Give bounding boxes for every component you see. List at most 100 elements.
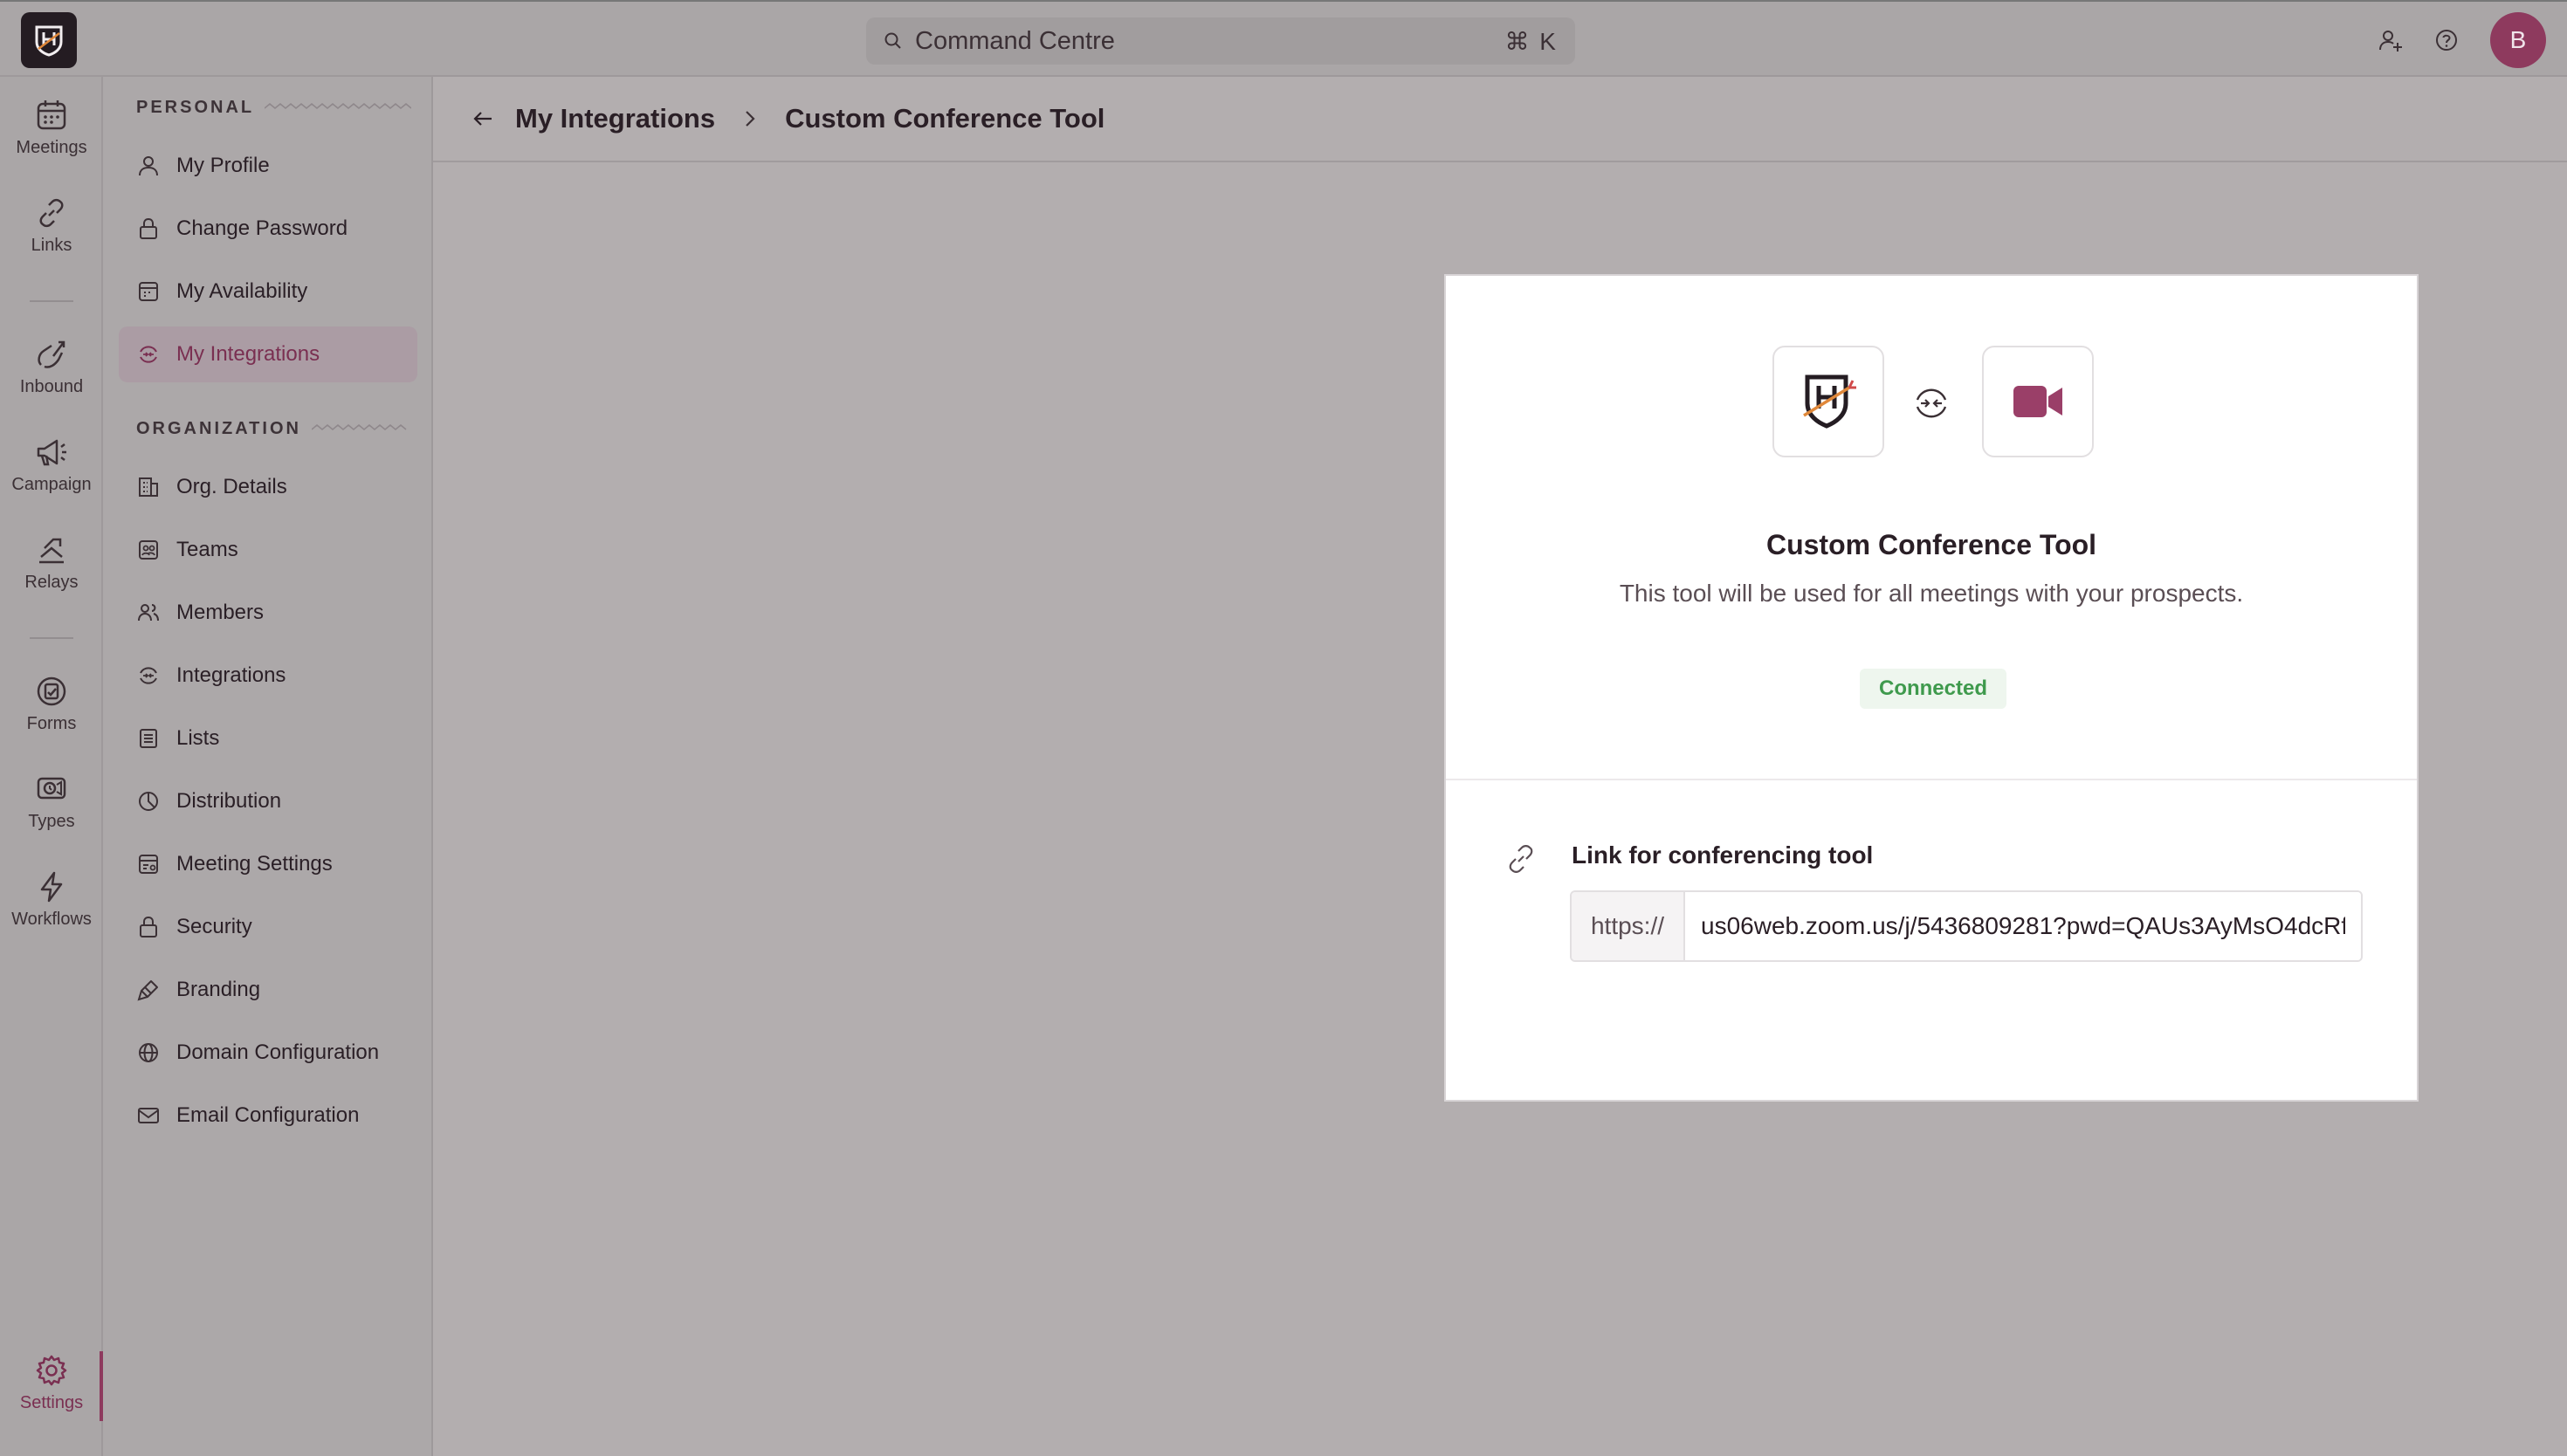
list-icon	[140, 729, 157, 748]
nav-item-change-password[interactable]: Change Password	[119, 201, 417, 257]
building-icon	[139, 477, 158, 497]
lock-icon	[140, 916, 157, 937]
rail-item-meetings[interactable]: Meetings	[0, 98, 103, 158]
nav-item-lists[interactable]: Lists	[119, 711, 417, 766]
rail-label-types: Types	[28, 812, 75, 831]
rail-item-workflows[interactable]: Workflows	[0, 869, 103, 930]
rail-label-forms: Forms	[26, 714, 77, 733]
nav-item-branding[interactable]: Branding	[119, 962, 417, 1018]
members-icon	[138, 604, 159, 622]
rail-label-relays: Relays	[24, 573, 79, 592]
relay-icon	[39, 538, 64, 564]
nav-item-label: Meeting Settings	[176, 852, 333, 876]
nav-item-label: Distribution	[176, 789, 282, 813]
app-logo[interactable]	[21, 12, 77, 68]
nav-item-label: My Integrations	[176, 342, 320, 366]
nav-item-members[interactable]: Members	[119, 585, 417, 641]
globe-icon	[139, 1043, 158, 1062]
rail-item-campaign[interactable]: Campaign	[0, 435, 103, 495]
shield-logo-icon	[35, 25, 63, 57]
help-button[interactable]	[2431, 24, 2462, 56]
availability-icon	[139, 282, 158, 301]
rail-label-inbound: Inbound	[19, 377, 84, 396]
breadcrumb-parent-link[interactable]: My Integrations	[515, 103, 715, 134]
rail-item-types[interactable]: Types	[0, 772, 103, 832]
rail-divider	[30, 300, 73, 302]
conference-url-input[interactable]	[1685, 892, 2361, 960]
nav-item-distribution[interactable]: Distribution	[119, 773, 417, 829]
calendar-icon	[37, 100, 66, 130]
nav-item-my-integrations[interactable]: My Integrations	[119, 326, 417, 382]
nav-item-integrations[interactable]: Integrations	[119, 648, 417, 704]
rail-item-links[interactable]: Links	[0, 196, 103, 256]
wave-decoration-icon	[311, 423, 407, 430]
main-content: My Integrations Custom Conference Tool C…	[433, 77, 2567, 1456]
section-title-organization-text: ORGANIZATION	[136, 419, 301, 438]
conference-url-field: https://	[1570, 890, 2363, 962]
nav-item-my-availability[interactable]: My Availability	[119, 264, 417, 319]
meeting-settings-icon	[139, 855, 158, 874]
lock-icon	[140, 217, 157, 239]
section-title-organization: ORGANIZATION	[136, 419, 409, 439]
link-field-label: Link for conferencing tool	[1572, 841, 1874, 869]
sync-icon	[1916, 388, 1947, 418]
settings-nav-panel: PERSONAL My Profile Change Password My A…	[103, 77, 433, 1456]
link-icon	[39, 198, 64, 228]
rail-label-meetings: Meetings	[16, 138, 87, 157]
nav-item-my-profile[interactable]: My Profile	[119, 138, 417, 194]
nav-item-email-configuration[interactable]: Email Configuration	[119, 1088, 417, 1144]
rail-item-relays[interactable]: Relays	[0, 532, 103, 593]
add-user-icon	[2379, 31, 2402, 52]
nav-item-label: Integrations	[176, 663, 286, 687]
rail-label-settings: Settings	[19, 1393, 84, 1412]
form-icon	[37, 676, 66, 706]
nav-item-label: Email Configuration	[176, 1103, 360, 1127]
nav-item-label: Lists	[176, 726, 220, 750]
user-avatar[interactable]: B	[2490, 12, 2546, 68]
gear-icon	[36, 1355, 67, 1386]
teams-icon	[139, 540, 158, 560]
rail-label-links: Links	[31, 236, 72, 255]
sync-icon-wrapper	[1912, 384, 1951, 422]
search-icon	[884, 32, 901, 49]
command-search[interactable]: Command Centre ⌘ K	[866, 17, 1575, 65]
bolt-icon	[40, 871, 63, 903]
breadcrumb: My Integrations Custom Conference Tool	[433, 77, 2567, 162]
nav-item-label: My Availability	[176, 279, 308, 303]
rail-item-settings[interactable]: Settings	[0, 1353, 103, 1413]
nav-item-security[interactable]: Security	[119, 899, 417, 955]
rail-item-inbound[interactable]: Inbound	[0, 337, 103, 397]
help-icon	[2436, 30, 2457, 51]
rail-item-forms[interactable]: Forms	[0, 674, 103, 734]
nav-item-domain-configuration[interactable]: Domain Configuration	[119, 1025, 417, 1081]
shield-logo-icon	[1803, 374, 1856, 429]
nav-item-label: Security	[176, 915, 252, 938]
nav-item-teams[interactable]: Teams	[119, 522, 417, 578]
integration-description: This tool will be used for all meetings …	[1619, 580, 2244, 607]
section-title-personal-text: PERSONAL	[136, 98, 255, 117]
pie-icon	[139, 792, 158, 811]
rail-label-campaign: Campaign	[11, 475, 92, 494]
nav-item-org-details[interactable]: Org. Details	[119, 459, 417, 515]
nav-item-label: Org. Details	[176, 475, 287, 498]
nav-item-label: Members	[176, 601, 265, 624]
search-placeholder: Command Centre	[915, 26, 1115, 55]
chain-link-icon	[1509, 845, 1533, 873]
integration-title: Custom Conference Tool	[1765, 529, 2097, 560]
brush-icon	[137, 980, 158, 1001]
types-icon	[37, 777, 66, 800]
megaphone-icon	[37, 439, 66, 466]
add-user-button[interactable]	[2375, 24, 2406, 56]
chevron-right-icon	[746, 111, 755, 127]
integration-icon	[140, 667, 157, 684]
user-icon	[139, 156, 158, 176]
rail-label-workflows: Workflows	[11, 910, 92, 929]
integration-card: Custom Conference Tool This tool will be…	[1444, 274, 2419, 1102]
mail-icon	[138, 1108, 159, 1123]
nav-item-meeting-settings[interactable]: Meeting Settings	[119, 836, 417, 892]
back-arrow-icon[interactable]	[470, 106, 496, 132]
nav-item-label: Teams	[176, 538, 238, 561]
nav-item-label: Domain Configuration	[176, 1040, 380, 1064]
nav-item-label: Change Password	[176, 216, 348, 240]
url-prefix: https://	[1572, 892, 1685, 960]
